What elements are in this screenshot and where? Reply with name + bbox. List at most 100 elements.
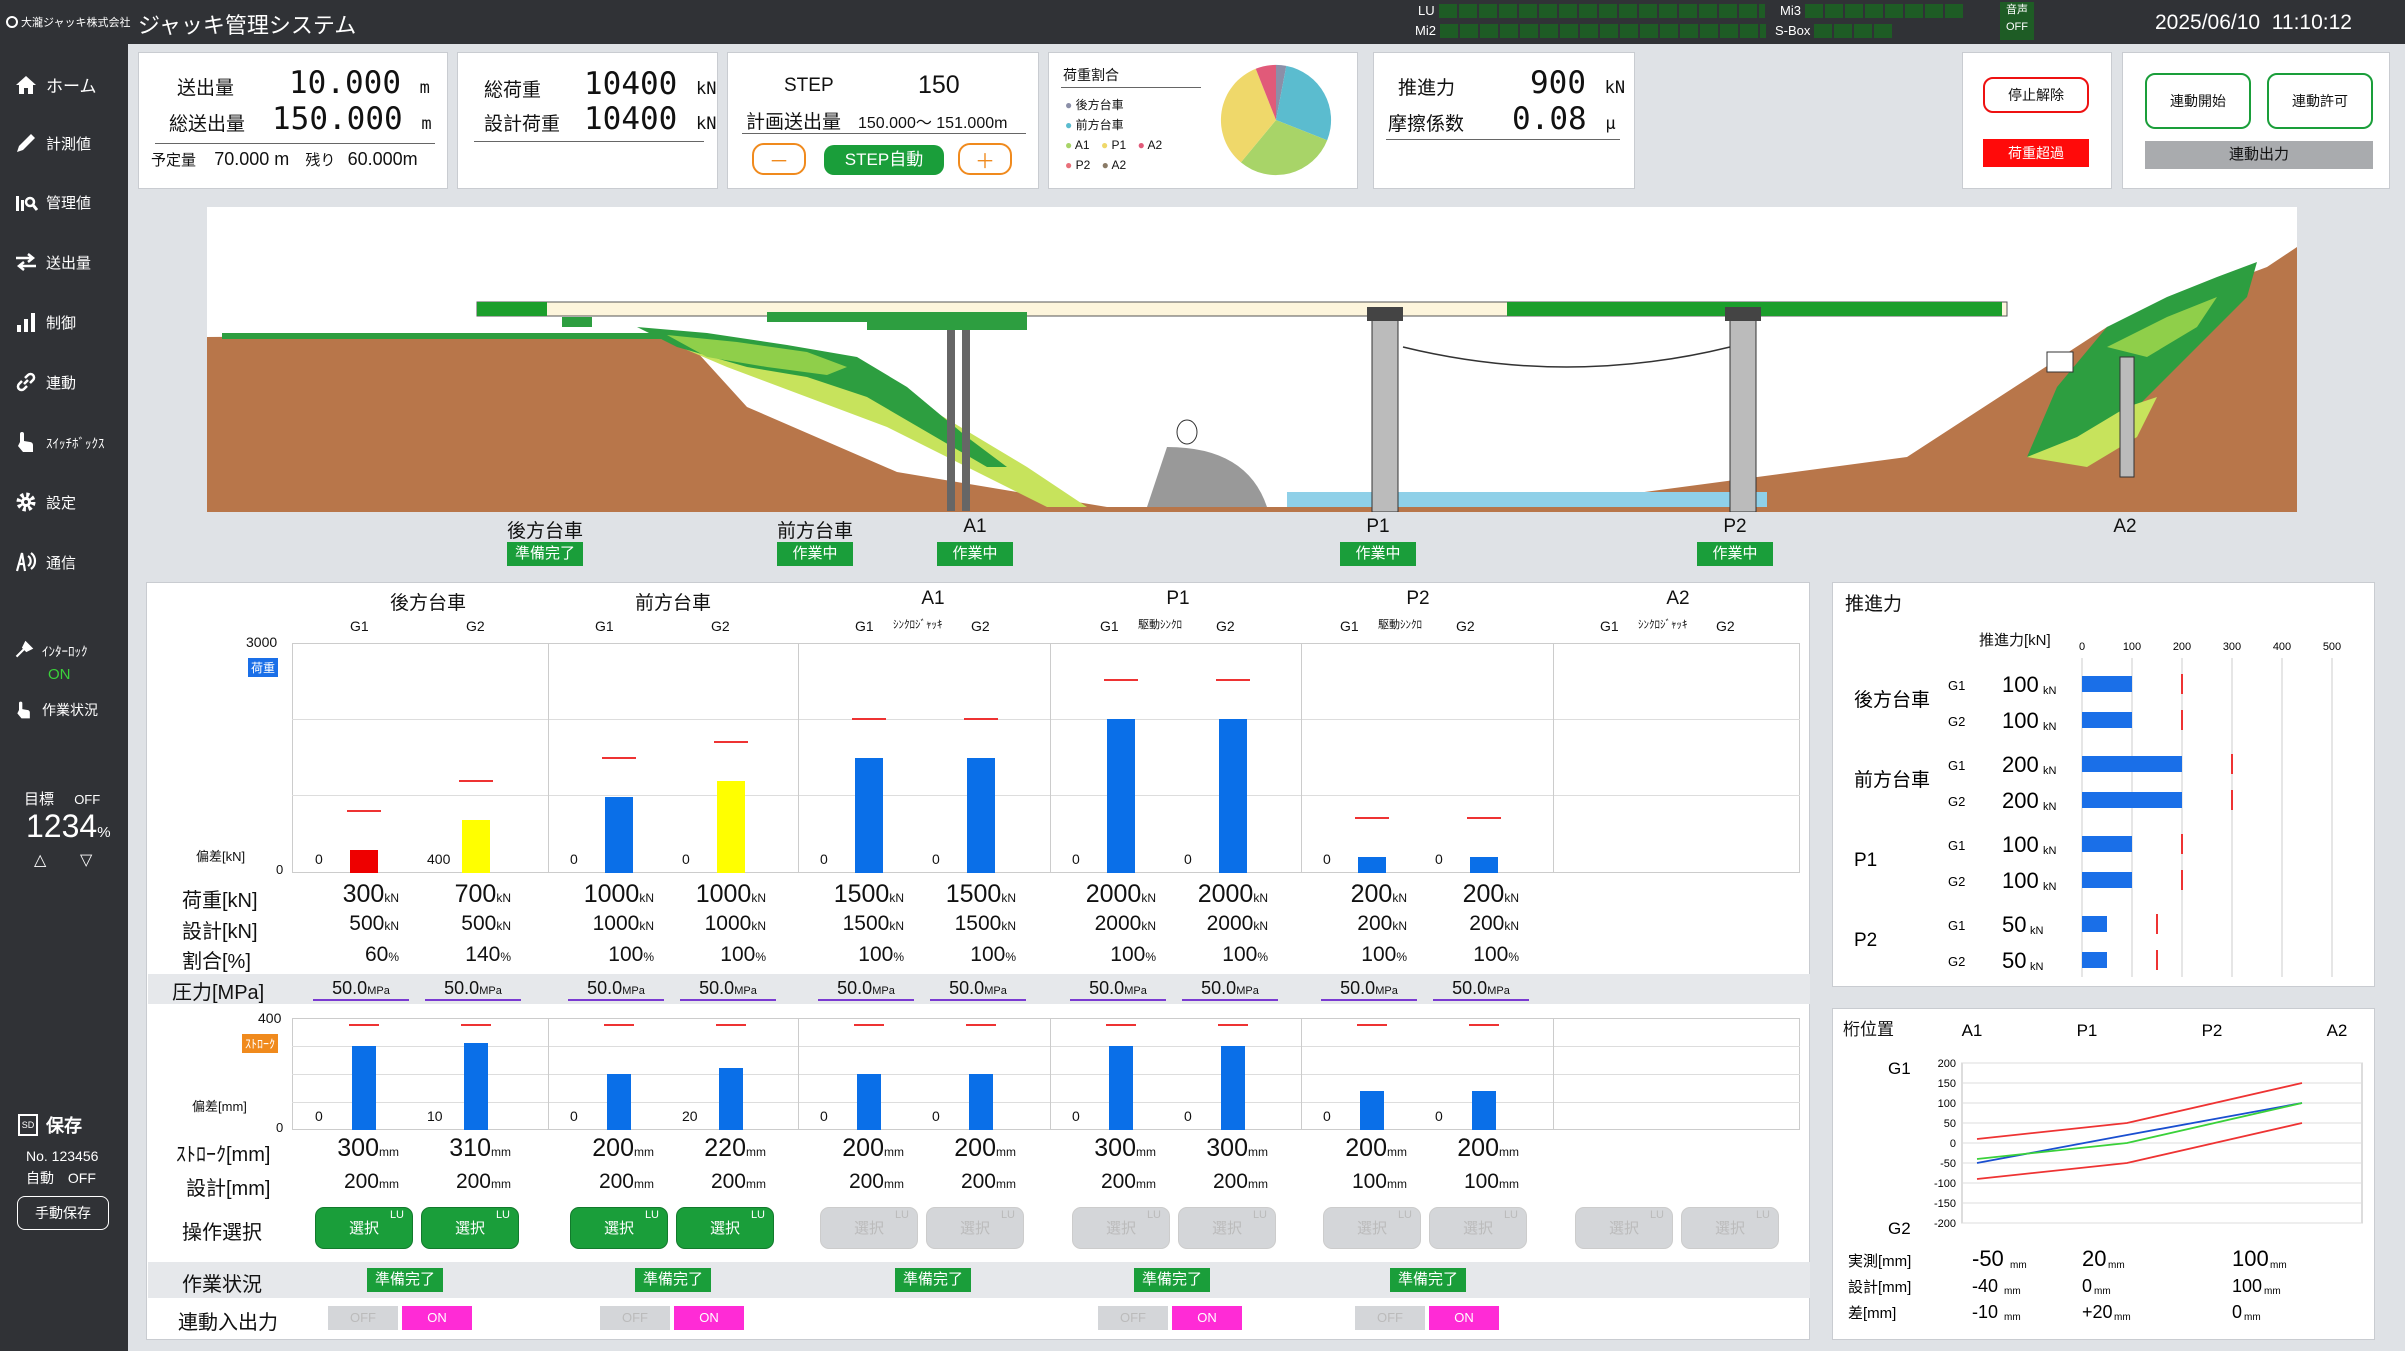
- select-button-6[interactable]: 選択 LU: [1072, 1207, 1170, 1249]
- thrust-value-2-0: 100: [2002, 832, 2039, 857]
- bridge-status-3: 作業中: [1340, 542, 1416, 566]
- lu-badge: LU: [1000, 1209, 1015, 1221]
- sidebar-item-settings[interactable]: 設定: [14, 490, 76, 514]
- lu-badge: LU: [495, 1209, 510, 1221]
- girder-col-3: A2: [2327, 1021, 2348, 1040]
- select-button-0[interactable]: 選択 LU: [315, 1207, 413, 1249]
- load-ratio-card: 荷重割合 ● 後方台車 ● 前方台車 ● A1 ● P1 ● A2 ● P2 ●…: [1048, 52, 1358, 189]
- select-button-9[interactable]: 選択 LU: [1429, 1207, 1527, 1249]
- girder-unit: mm: [2108, 1260, 2125, 1271]
- girder-g2: G2: [1888, 1219, 1911, 1238]
- pen-icon: [17, 134, 35, 152]
- girder-ytick-5: -50: [1940, 1158, 1956, 1170]
- thrust-group-1: 前方台車: [1854, 769, 1930, 791]
- thrust-bar-1-0: [2082, 756, 2182, 772]
- manual-save-button[interactable]: 手動保存: [17, 1196, 109, 1230]
- io-on-3[interactable]: ON: [1429, 1306, 1499, 1330]
- logo-text: 大瀧ジャッキ株式会社: [21, 17, 131, 29]
- select-button-7[interactable]: 選択 LU: [1178, 1207, 1276, 1249]
- sidebar-work-status[interactable]: 作業状況: [14, 700, 98, 720]
- io-on-1[interactable]: ON: [674, 1306, 744, 1330]
- thrust-unit: kN: [2043, 765, 2057, 777]
- thrust-row-g: G1: [1948, 758, 1965, 773]
- sidebar-item-send[interactable]: 送出量: [14, 250, 91, 274]
- step-plus-button[interactable]: ＋: [958, 143, 1012, 175]
- io-off-2[interactable]: OFF: [1098, 1306, 1168, 1330]
- girder-col-2: P2: [2202, 1021, 2223, 1040]
- step-auto-button[interactable]: STEP自動: [824, 145, 944, 175]
- sidebar-item-control[interactable]: 制御: [14, 310, 76, 334]
- thrust-group-0: 後方台車: [1854, 689, 1930, 711]
- sidebar-item-measure[interactable]: 計測値: [14, 131, 91, 155]
- link-output-indicator: 連動出力: [2145, 141, 2373, 169]
- thrust-value-3-0: 50: [2002, 912, 2026, 937]
- thrust-unit: kN: [2043, 845, 2057, 857]
- io-off-3[interactable]: OFF: [1355, 1306, 1425, 1330]
- target-up-icon[interactable]: △: [34, 850, 46, 870]
- sound-toggle[interactable]: 音声 OFF: [2000, 2, 2034, 40]
- stop-card: 停止解除 荷重超過: [1962, 52, 2112, 189]
- lu-badge: LU: [389, 1209, 404, 1221]
- thrust-value-3-1: 50: [2002, 948, 2026, 973]
- select-button-3[interactable]: 選択 LU: [676, 1207, 774, 1249]
- sidebar-item-home[interactable]: ホーム: [14, 72, 97, 97]
- target-down-icon[interactable]: ▽: [80, 850, 92, 870]
- io-on-2[interactable]: ON: [1172, 1306, 1242, 1330]
- thrust-bar-chart: 0 100 200 300 400 500 後方台車 G1 100 kN G2 100 kN 前方台車 G1…: [1854, 641, 2341, 977]
- step-minus-button[interactable]: －: [752, 143, 806, 175]
- friction-value: 0.08 μ: [1512, 101, 1616, 137]
- select-button-1[interactable]: 選択 LU: [421, 1207, 519, 1249]
- save-no: No. 123456: [26, 1148, 99, 1164]
- link-permit-button[interactable]: 連動許可: [2267, 73, 2373, 129]
- lu-badge: LU: [750, 1209, 765, 1221]
- thrust-row-g: G2: [1948, 954, 1965, 969]
- bridge-status-4: 作業中: [1697, 542, 1773, 566]
- thrust-value-1-0: 200: [2002, 752, 2039, 777]
- home-icon: [16, 75, 36, 94]
- indicator-mi3: Mi3: [1780, 3, 1965, 18]
- io-on-0[interactable]: ON: [402, 1306, 472, 1330]
- thrust-unit: kN: [2043, 721, 2057, 733]
- link-icon: [16, 372, 36, 392]
- select-button-11[interactable]: 選択 LU: [1681, 1207, 1779, 1249]
- girder-ytick-7: -150: [1934, 1198, 1956, 1210]
- divider: [1061, 87, 1201, 88]
- girder-unit: mm: [2264, 1286, 2281, 1297]
- thrust-bar-3-0: [2082, 916, 2107, 932]
- select-button-10[interactable]: 選択 LU: [1575, 1207, 1673, 1249]
- girder-ytick-8: -200: [1934, 1218, 1956, 1230]
- io-off-0[interactable]: OFF: [328, 1306, 398, 1330]
- sd-card-icon: SD: [18, 1114, 38, 1136]
- girder-val-0-0: -50: [1972, 1246, 2004, 1271]
- auto-save-state: 自動 OFF: [26, 1170, 96, 1186]
- divider: [742, 133, 1026, 134]
- bridge-status-2: 作業中: [937, 542, 1013, 566]
- bridge-label-2: A1: [963, 516, 987, 537]
- girder-val-2-0: -10: [1972, 1302, 1998, 1322]
- sidebar-item-link[interactable]: 連動: [14, 370, 76, 394]
- link-start-button[interactable]: 連動開始: [2145, 73, 2251, 129]
- stop-release-button[interactable]: 停止解除: [1983, 77, 2089, 113]
- thrust-row-g: G1: [1948, 838, 1965, 853]
- select-button-5[interactable]: 選択 LU: [926, 1207, 1024, 1249]
- thrust-group-3: P2: [1854, 930, 1877, 951]
- sidebar-interlock[interactable]: ｲﾝﾀｰﾛｯｸ: [14, 640, 88, 660]
- girder-unit: mm: [2114, 1312, 2131, 1323]
- thrust-unit: kN: [2043, 881, 2057, 893]
- thrust-tick-5: 500: [2323, 641, 2341, 653]
- bridge-label-3: P1: [1366, 516, 1390, 537]
- select-button-4[interactable]: 選択 LU: [820, 1207, 918, 1249]
- io-off-1[interactable]: OFF: [600, 1306, 670, 1330]
- sidebar-item-manage[interactable]: 管理値: [14, 190, 91, 214]
- ratio-legend: ● 後方台車 ● 前方台車 ● A1 ● P1 ● A2 ● P2 ● A2: [1065, 98, 1163, 172]
- select-button-2[interactable]: 選択 LU: [570, 1207, 668, 1249]
- thrust-bar-2-1: [2082, 872, 2132, 888]
- sidebar-item-switchbox[interactable]: ｽｲｯﾁﾎﾞｯｸｽ: [14, 430, 105, 454]
- thrust-value-1-1: 200: [2002, 788, 2039, 813]
- ratio-pie-chart: [1220, 64, 1332, 176]
- bridge-label-4: P2: [1723, 516, 1747, 537]
- select-button-8[interactable]: 選択 LU: [1323, 1207, 1421, 1249]
- indicator-mi2: Mi2: [1415, 23, 1766, 38]
- total-load-value: 10400 kN: [584, 66, 717, 102]
- total-send-value: 150.000 m: [272, 101, 432, 137]
